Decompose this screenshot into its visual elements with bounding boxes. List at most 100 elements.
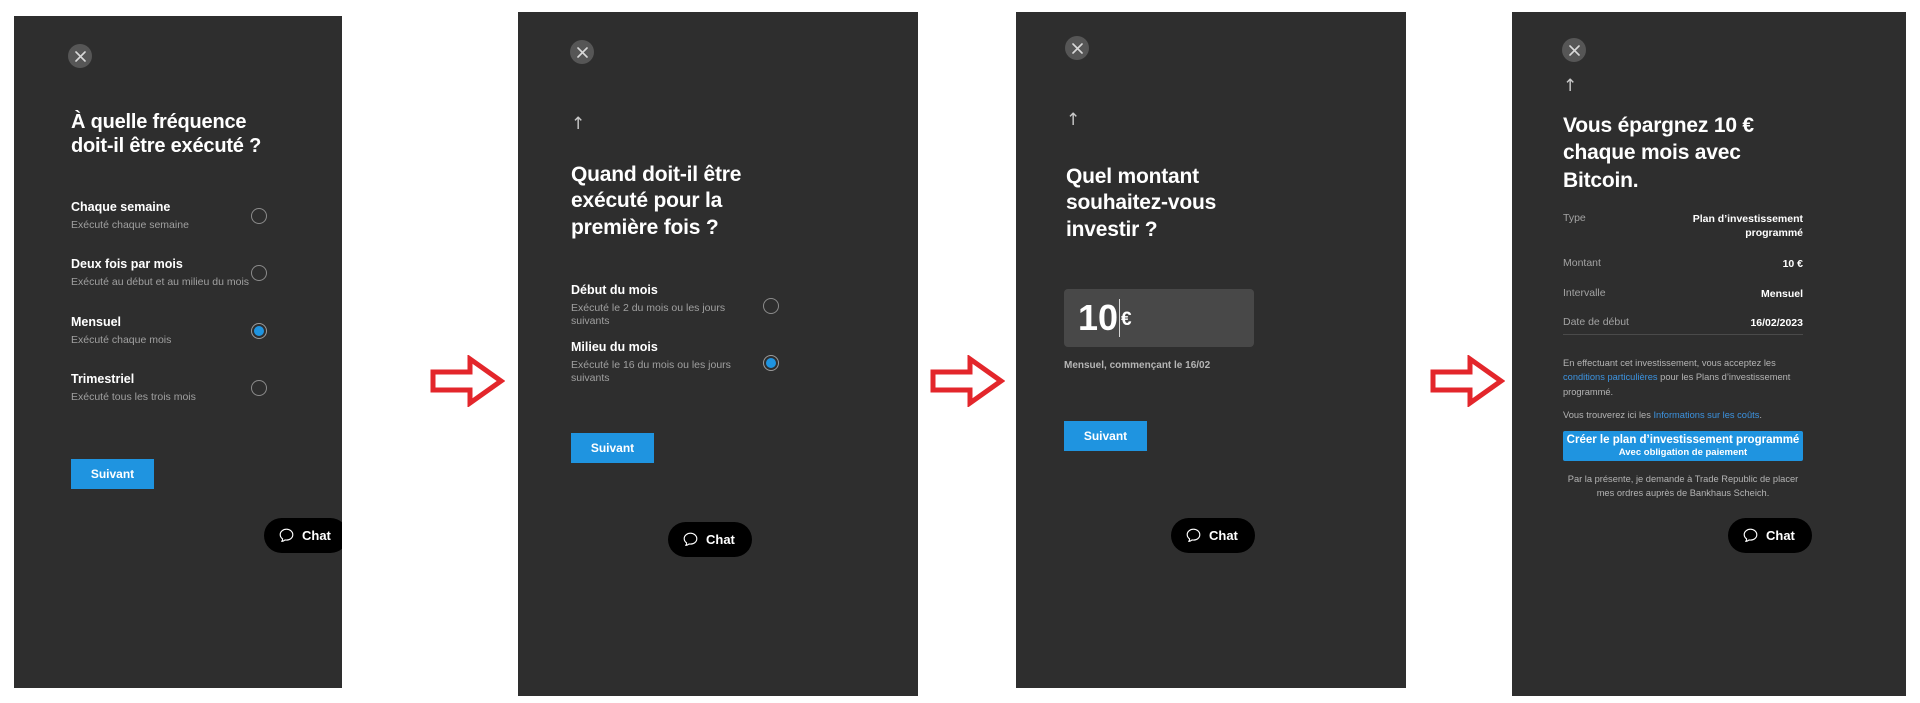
summary-row-start-date: Date de début 16/02/2023 <box>1563 316 1803 330</box>
amount-currency: € <box>1121 309 1132 330</box>
option-title: Chaque semaine <box>71 200 171 214</box>
summary-value: Mensuel <box>1760 287 1803 300</box>
chat-bubble-icon <box>1186 528 1201 543</box>
option-row-biweekly[interactable]: Deux fois par mois Exécuté au début et a… <box>71 257 267 289</box>
section-divider <box>1563 334 1803 335</box>
legal-paragraph-2: Vous trouverez ici les Informations sur … <box>1563 408 1793 422</box>
panel-summary: ↑ Vous épargnez 10 € chaque mois avec Bi… <box>1512 12 1906 696</box>
flow-arrow-1 <box>430 354 506 412</box>
chat-button[interactable]: Chat <box>1728 518 1812 553</box>
chat-label: Chat <box>1209 528 1238 543</box>
option-row-quarterly[interactable]: Trimestriel Exécuté tous les trois mois <box>71 372 267 404</box>
option-title: Deux fois par mois <box>71 257 183 271</box>
flow-arrow-2 <box>930 354 1006 412</box>
cost-information-link[interactable]: Informations sur les coûts <box>1653 410 1759 420</box>
next-button[interactable]: Suivant <box>1064 421 1147 451</box>
option-title: Trimestriel <box>71 372 135 386</box>
create-plan-subtitle: Avec obligation de paiement <box>1618 447 1748 458</box>
close-glyph <box>1568 44 1580 56</box>
close-icon[interactable] <box>1065 36 1089 60</box>
radio-quarterly[interactable] <box>251 380 267 397</box>
option-row-monthly[interactable]: Mensuel Exécuté chaque mois <box>71 315 267 347</box>
page-title: Quel montant souhaitez-vous investir ? <box>1066 165 1217 241</box>
right-arrow-icon <box>1430 354 1506 408</box>
back-arrow-icon[interactable]: ↑ <box>571 116 585 133</box>
legal-text: En effectuant cet investissement, vous a… <box>1563 356 1793 423</box>
radio-monthly[interactable] <box>251 323 267 340</box>
create-plan-title: Créer le plan d’investissement programmé <box>1566 434 1800 446</box>
option-text: Mensuel Exécuté chaque mois <box>71 315 171 347</box>
radio-mid-month[interactable] <box>763 354 779 371</box>
amount-input[interactable]: 10 € <box>1064 289 1254 347</box>
summary-row-interval: Intervalle Mensuel <box>1563 287 1803 301</box>
summary-value: 16/02/2023 <box>1750 316 1803 329</box>
next-button[interactable]: Suivant <box>571 433 654 463</box>
amount-hint: Mensuel, commençant le 16/02 <box>1064 360 1211 371</box>
order-disclaimer: Par la présente, je demande à Trade Repu… <box>1567 474 1799 498</box>
summary-row-amount: Montant 10 € <box>1563 257 1803 271</box>
radio-start-of-month[interactable] <box>763 297 779 314</box>
summary-value: 10 € <box>1782 258 1803 271</box>
chat-button[interactable]: Chat <box>264 518 342 553</box>
next-button[interactable]: Suivant <box>71 459 154 489</box>
chat-bubble-icon <box>279 528 294 543</box>
back-arrow-icon[interactable]: ↑ <box>1563 78 1577 95</box>
option-text: Début du mois Exécuté le 2 du mois ou le… <box>571 283 763 329</box>
chat-button[interactable]: Chat <box>668 522 752 557</box>
chat-label: Chat <box>706 532 735 547</box>
option-row-mid-month[interactable]: Milieu du mois Exécuté le 16 du mois ou … <box>571 340 779 386</box>
flow-arrow-3 <box>1430 354 1506 412</box>
back-arrow-icon[interactable]: ↑ <box>1066 112 1080 129</box>
summary-label: Date de début <box>1563 315 1629 328</box>
option-row-start-of-month[interactable]: Début du mois Exécuté le 2 du mois ou le… <box>571 283 779 329</box>
page-title: Vous épargnez 10 € chaque mois avec Bitc… <box>1563 114 1754 192</box>
close-glyph <box>1071 42 1083 54</box>
right-arrow-icon <box>930 354 1006 408</box>
page-title: À quelle fréquence doit-il être exécuté … <box>71 111 262 158</box>
radio-biweekly[interactable] <box>251 265 267 282</box>
right-arrow-icon <box>430 354 506 408</box>
option-title: Mensuel <box>71 315 122 329</box>
summary-table: Type Plan d’investissement programmé Mon… <box>1563 212 1803 330</box>
legal-text-2b: . <box>1759 410 1762 421</box>
panel-first-execution: ↑ Quand doit-il être exécuté pour la pre… <box>518 12 918 696</box>
option-subtitle: Exécuté chaque mois <box>71 333 172 346</box>
option-row-weekly[interactable]: Chaque semaine Exécuté chaque semaine <box>71 200 267 232</box>
chat-bubble-icon <box>1743 528 1758 543</box>
legal-text-1a: En effectuant cet investissement, vous a… <box>1563 358 1776 368</box>
close-glyph <box>576 46 588 58</box>
summary-label: Type <box>1563 212 1586 224</box>
option-subtitle: Exécuté tous les trois mois <box>71 390 196 403</box>
chat-label: Chat <box>302 528 331 543</box>
close-icon[interactable] <box>1562 38 1586 62</box>
conditions-link[interactable]: conditions particulières <box>1563 372 1658 382</box>
close-icon[interactable] <box>68 44 92 68</box>
page-title: Quand doit-il être exécuté pour la premi… <box>571 163 742 239</box>
legal-paragraph-1: En effectuant cet investissement, vous a… <box>1563 356 1793 399</box>
option-subtitle: Exécuté chaque semaine <box>71 218 189 231</box>
option-title: Milieu du mois <box>571 340 658 354</box>
option-text: Trimestriel Exécuté tous les trois mois <box>71 372 196 404</box>
radio-weekly[interactable] <box>251 208 267 225</box>
summary-label: Montant <box>1563 257 1601 270</box>
close-icon[interactable] <box>570 40 594 64</box>
option-text: Deux fois par mois Exécuté au début et a… <box>71 257 249 289</box>
amount-value: 10 <box>1078 297 1119 338</box>
option-subtitle: Exécuté au début et au milieu du mois <box>71 275 250 288</box>
create-plan-button[interactable]: Créer le plan d’investissement programmé… <box>1563 431 1803 461</box>
text-caret <box>1119 299 1121 337</box>
legal-text-2a: Vous trouverez ici les <box>1563 410 1654 421</box>
option-text: Milieu du mois Exécuté le 16 du mois ou … <box>571 340 763 386</box>
panel-frequency: À quelle fréquence doit-il être exécuté … <box>14 16 342 688</box>
option-subtitle: Exécuté le 2 du mois ou les jours suivan… <box>571 301 726 328</box>
screenshot-stage: À quelle fréquence doit-il être exécuté … <box>0 0 1920 703</box>
panel-amount: ↑ Quel montant souhaitez-vous investir ?… <box>1016 12 1406 688</box>
option-title: Début du mois <box>571 283 658 297</box>
option-text: Chaque semaine Exécuté chaque semaine <box>71 200 189 232</box>
chat-bubble-icon <box>683 532 698 547</box>
chat-label: Chat <box>1766 528 1795 543</box>
close-glyph <box>74 50 86 62</box>
summary-label: Intervalle <box>1563 286 1606 299</box>
summary-value: Plan d’investissement programmé <box>1692 213 1803 240</box>
chat-button[interactable]: Chat <box>1171 518 1255 553</box>
